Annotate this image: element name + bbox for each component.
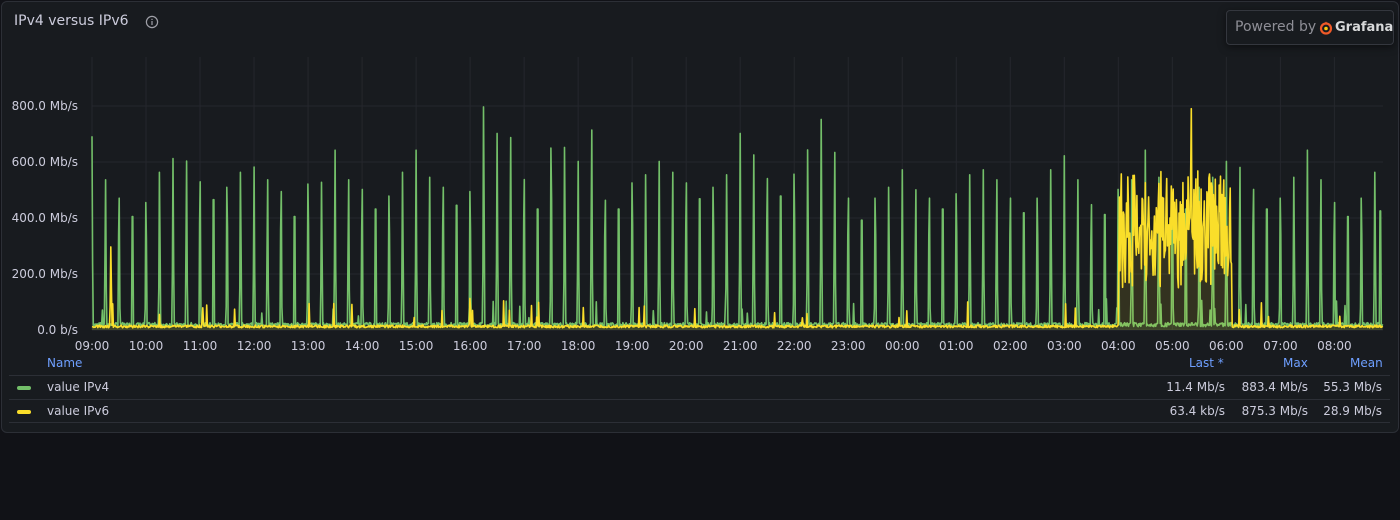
- x-tick-label: 04:00: [1101, 339, 1136, 353]
- x-tick-label: 12:00: [237, 339, 272, 353]
- y-tick-label: 600.0 Mb/s: [12, 155, 78, 169]
- x-tick-label: 14:00: [345, 339, 380, 353]
- timeseries-chart[interactable]: 0.0 b/s 200.0 Mb/s 400.0 Mb/s 600.0 Mb/s 800…: [0, 0, 1400, 360]
- x-tick-label: 11:00: [183, 339, 218, 353]
- legend-stat-last: 11.4 Mb/s: [1166, 380, 1225, 394]
- x-tick-label: 16:00: [453, 339, 488, 353]
- x-tick-label: 10:00: [129, 339, 164, 353]
- legend-stat-max: 883.4 Mb/s: [1241, 380, 1308, 394]
- x-tick-label: 17:00: [507, 339, 542, 353]
- x-tick-label: 15:00: [399, 339, 434, 353]
- legend-header-name[interactable]: Name: [47, 356, 82, 370]
- legend-header-max[interactable]: Max: [1283, 356, 1308, 370]
- x-tick-label: 01:00: [939, 339, 974, 353]
- x-tick-label: 20:00: [669, 339, 704, 353]
- y-tick-label: 200.0 Mb/s: [12, 267, 78, 281]
- y-tick-label: 400.0 Mb/s: [12, 211, 78, 225]
- x-tick-label: 08:00: [1317, 339, 1352, 353]
- legend-stat-mean: 28.9 Mb/s: [1323, 404, 1382, 418]
- legend-stat-mean: 55.3 Mb/s: [1323, 380, 1382, 394]
- x-tick-label: 18:00: [561, 339, 596, 353]
- legend-header-last[interactable]: Last *: [1189, 356, 1224, 370]
- legend-row-ipv4[interactable]: value IPv4 11.4 Mb/s 883.4 Mb/s 55.3 Mb/…: [9, 375, 1390, 399]
- legend-stat-max: 875.3 Mb/s: [1241, 404, 1308, 418]
- legend-stat-last: 63.4 kb/s: [1169, 404, 1225, 418]
- x-tick-label: 03:00: [1047, 339, 1082, 353]
- legend-swatch-ipv6: [17, 410, 31, 414]
- x-tick-label: 02:00: [993, 339, 1028, 353]
- x-tick-label: 22:00: [777, 339, 812, 353]
- legend-series-name[interactable]: value IPv6: [47, 404, 109, 418]
- legend-swatch-ipv4: [17, 386, 31, 390]
- x-tick-label: 00:00: [885, 339, 920, 353]
- x-tick-label: 06:00: [1209, 339, 1244, 353]
- y-tick-label: 0.0 b/s: [37, 323, 78, 337]
- x-tick-label: 23:00: [831, 339, 866, 353]
- x-tick-label: 09:00: [75, 339, 110, 353]
- x-tick-label: 13:00: [291, 339, 326, 353]
- y-tick-label: 800.0 Mb/s: [12, 99, 78, 113]
- x-tick-label: 19:00: [615, 339, 650, 353]
- legend-header-mean[interactable]: Mean: [1350, 356, 1383, 370]
- legend-series-name[interactable]: value IPv4: [47, 380, 109, 394]
- x-tick-label: 07:00: [1263, 339, 1298, 353]
- x-tick-label: 21:00: [723, 339, 758, 353]
- legend-row-ipv6[interactable]: value IPv6 63.4 kb/s 875.3 Mb/s 28.9 Mb/…: [9, 399, 1390, 423]
- x-tick-label: 05:00: [1155, 339, 1190, 353]
